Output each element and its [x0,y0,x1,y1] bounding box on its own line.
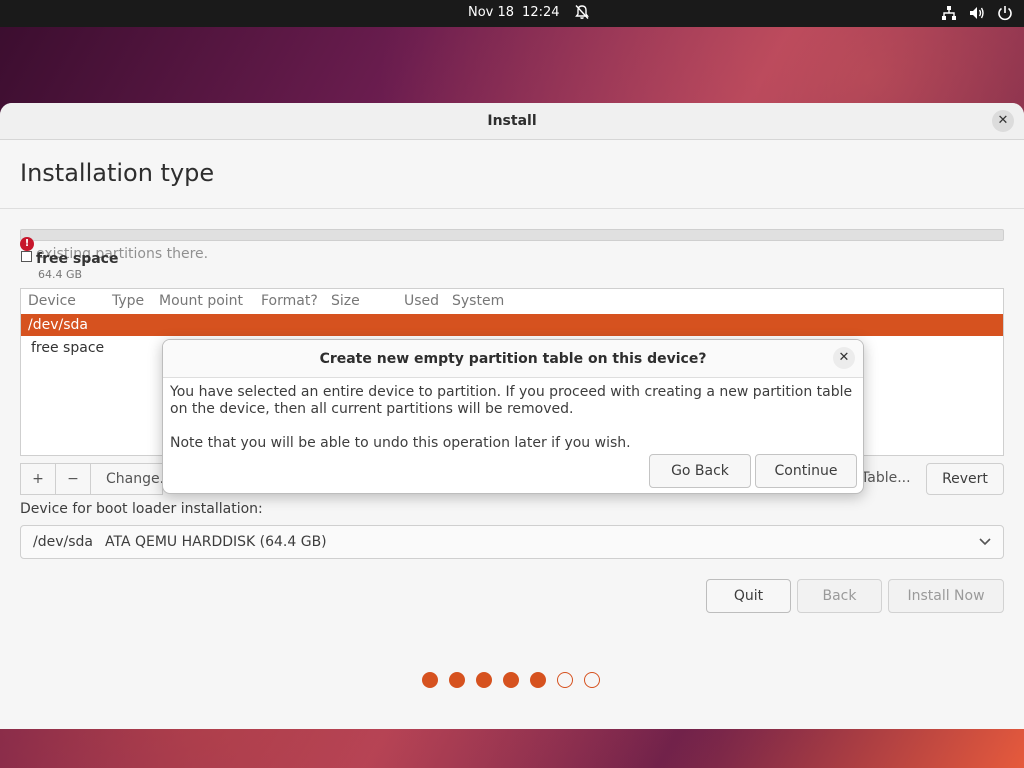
revert-button[interactable]: Revert [926,463,1004,495]
dialog-note: Note that you will be able to undo this … [170,435,631,451]
column-size[interactable]: Size [331,289,404,314]
top-bar: Nov 18 12:24 [0,0,1024,27]
boot-loader-select[interactable]: /dev/sda ATA QEMU HARDDISK (64.4 GB) [20,525,1004,559]
chevron-down-icon [979,526,991,570]
window-titlebar: Install ✕ [0,103,1024,140]
progress-dot [584,672,600,688]
close-icon[interactable]: ✕ [992,110,1014,132]
table-header: Device Type Mount point Format? Size Use… [21,289,1003,314]
remove-partition-button[interactable]: − [56,463,91,495]
change-partition-button[interactable]: Change... [91,463,173,495]
continue-button[interactable]: Continue [755,454,857,488]
progress-dot [557,672,573,688]
column-format[interactable]: Format? [261,289,331,314]
column-type[interactable]: Type [112,289,159,314]
window-title: Install [487,113,537,129]
column-device[interactable]: Device [28,289,112,314]
boot-device: /dev/sda [33,534,93,550]
time-label: 12:24 [522,5,560,20]
column-mount-point[interactable]: Mount point [159,289,261,314]
page-title: Installation type [20,159,215,187]
new-partition-table-button[interactable]: Table... [855,463,925,495]
partition-bar [20,229,1004,241]
warning-icon: ! [20,237,34,251]
boot-loader-label: Device for boot loader installation: [20,501,263,517]
bell-off-icon[interactable] [573,3,591,21]
table-row[interactable]: /dev/sda [21,314,1003,336]
progress-dot [503,672,519,688]
progress-dot [530,672,546,688]
column-used[interactable]: Used [404,289,452,314]
progress-dot [449,672,465,688]
dialog-title: Create new empty partition table on this… [163,340,863,378]
confirm-dialog: Create new empty partition table on this… [162,339,864,494]
close-icon[interactable]: ✕ [833,347,855,369]
go-back-button[interactable]: Go Back [649,454,751,488]
dialog-message: You have selected an entire device to pa… [170,384,853,417]
progress-dot [476,672,492,688]
add-partition-button[interactable]: + [20,463,56,495]
column-system[interactable]: System [452,289,532,314]
progress-dots [422,672,600,688]
system-tray[interactable] [940,4,1014,22]
clock[interactable]: Nov 18 12:24 [468,5,560,20]
volume-icon[interactable] [968,4,986,22]
back-button[interactable]: Back [797,579,882,613]
boot-device-desc: ATA QEMU HARDDISK (64.4 GB) [104,534,327,550]
divider [0,208,1024,209]
install-now-button[interactable]: Install Now [888,579,1004,613]
quit-button[interactable]: Quit [706,579,791,613]
legend-swatch [21,251,32,262]
date-label: Nov 18 [468,5,515,20]
power-icon[interactable] [996,4,1014,22]
partition-toolbar: + − Change... [20,463,173,495]
progress-dot [422,672,438,688]
legend-size: 64.4 GB [38,268,83,281]
legend-label: free space [36,251,119,267]
network-icon[interactable] [940,4,958,22]
